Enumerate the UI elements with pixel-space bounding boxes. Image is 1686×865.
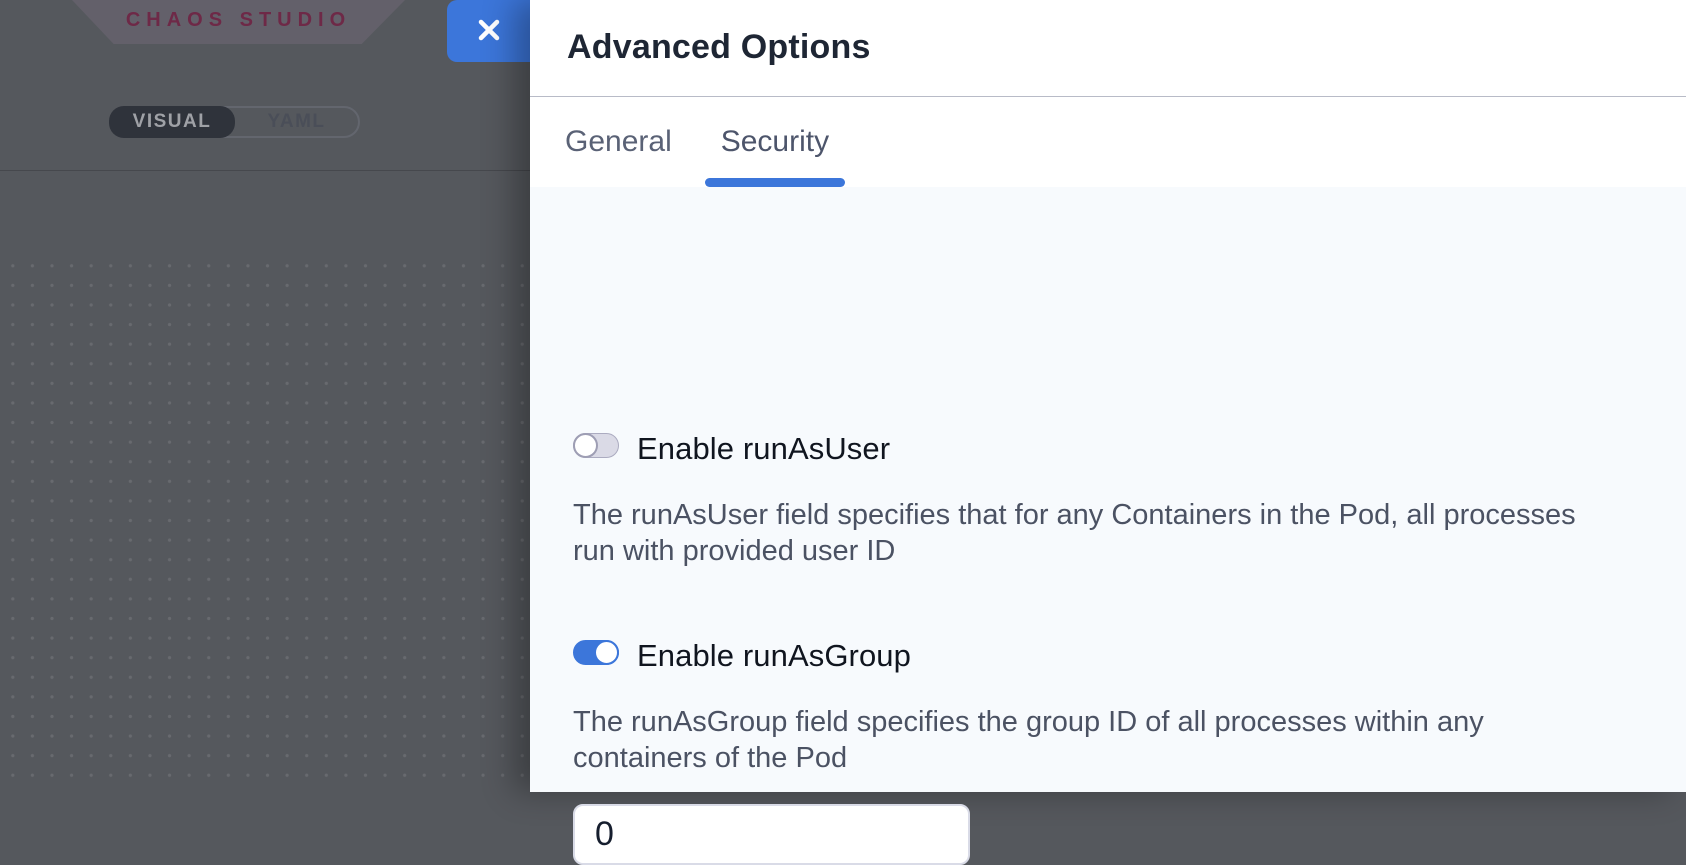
run-as-user-toggle[interactable] (573, 433, 619, 458)
security-tab-content: Enable runAsUser The runAsUser field spe… (530, 187, 1686, 792)
active-tab-indicator (705, 178, 845, 187)
run-as-group-description: The runAsGroup field specifies the group… (573, 704, 1484, 776)
visual-tab[interactable]: VISUAL (109, 106, 235, 138)
description-line: run with provided user ID (573, 533, 1576, 569)
chaos-studio-canvas: CHAOS STUDIO VISUAL YAML (0, 0, 530, 792)
advanced-options-drawer: Advanced Options General Security Enable… (530, 0, 1686, 792)
run-as-user-description: The runAsUser field specifies that for a… (573, 497, 1576, 569)
tab-general[interactable]: General (549, 97, 688, 187)
brand-title: CHAOS STUDIO (126, 9, 351, 36)
dot-grid-workspace[interactable] (0, 250, 530, 792)
toggle-knob (594, 640, 619, 665)
description-line: containers of the Pod (573, 740, 1484, 776)
run-as-user-label: Enable runAsUser (637, 431, 890, 467)
brand-banner: CHAOS STUDIO (72, 0, 405, 44)
run-as-group-label: Enable runAsGroup (637, 638, 911, 674)
drawer-title: Advanced Options (567, 28, 871, 67)
visual-yaml-switch[interactable]: VISUAL YAML (109, 106, 360, 138)
tab-security[interactable]: Security (705, 97, 845, 187)
description-line: The runAsUser field specifies that for a… (573, 497, 1576, 533)
run-as-group-toggle[interactable] (573, 640, 619, 665)
toolbar-divider (0, 170, 530, 171)
toggle-knob (573, 433, 598, 458)
tab-security-label: Security (721, 125, 829, 159)
description-line: The runAsGroup field specifies the group… (573, 704, 1484, 740)
yaml-tab[interactable]: YAML (235, 108, 358, 136)
close-drawer-button[interactable] (447, 0, 530, 62)
close-icon (476, 17, 502, 46)
run-as-group-id-input[interactable] (573, 804, 970, 865)
drawer-tabs: General Security (549, 97, 845, 187)
